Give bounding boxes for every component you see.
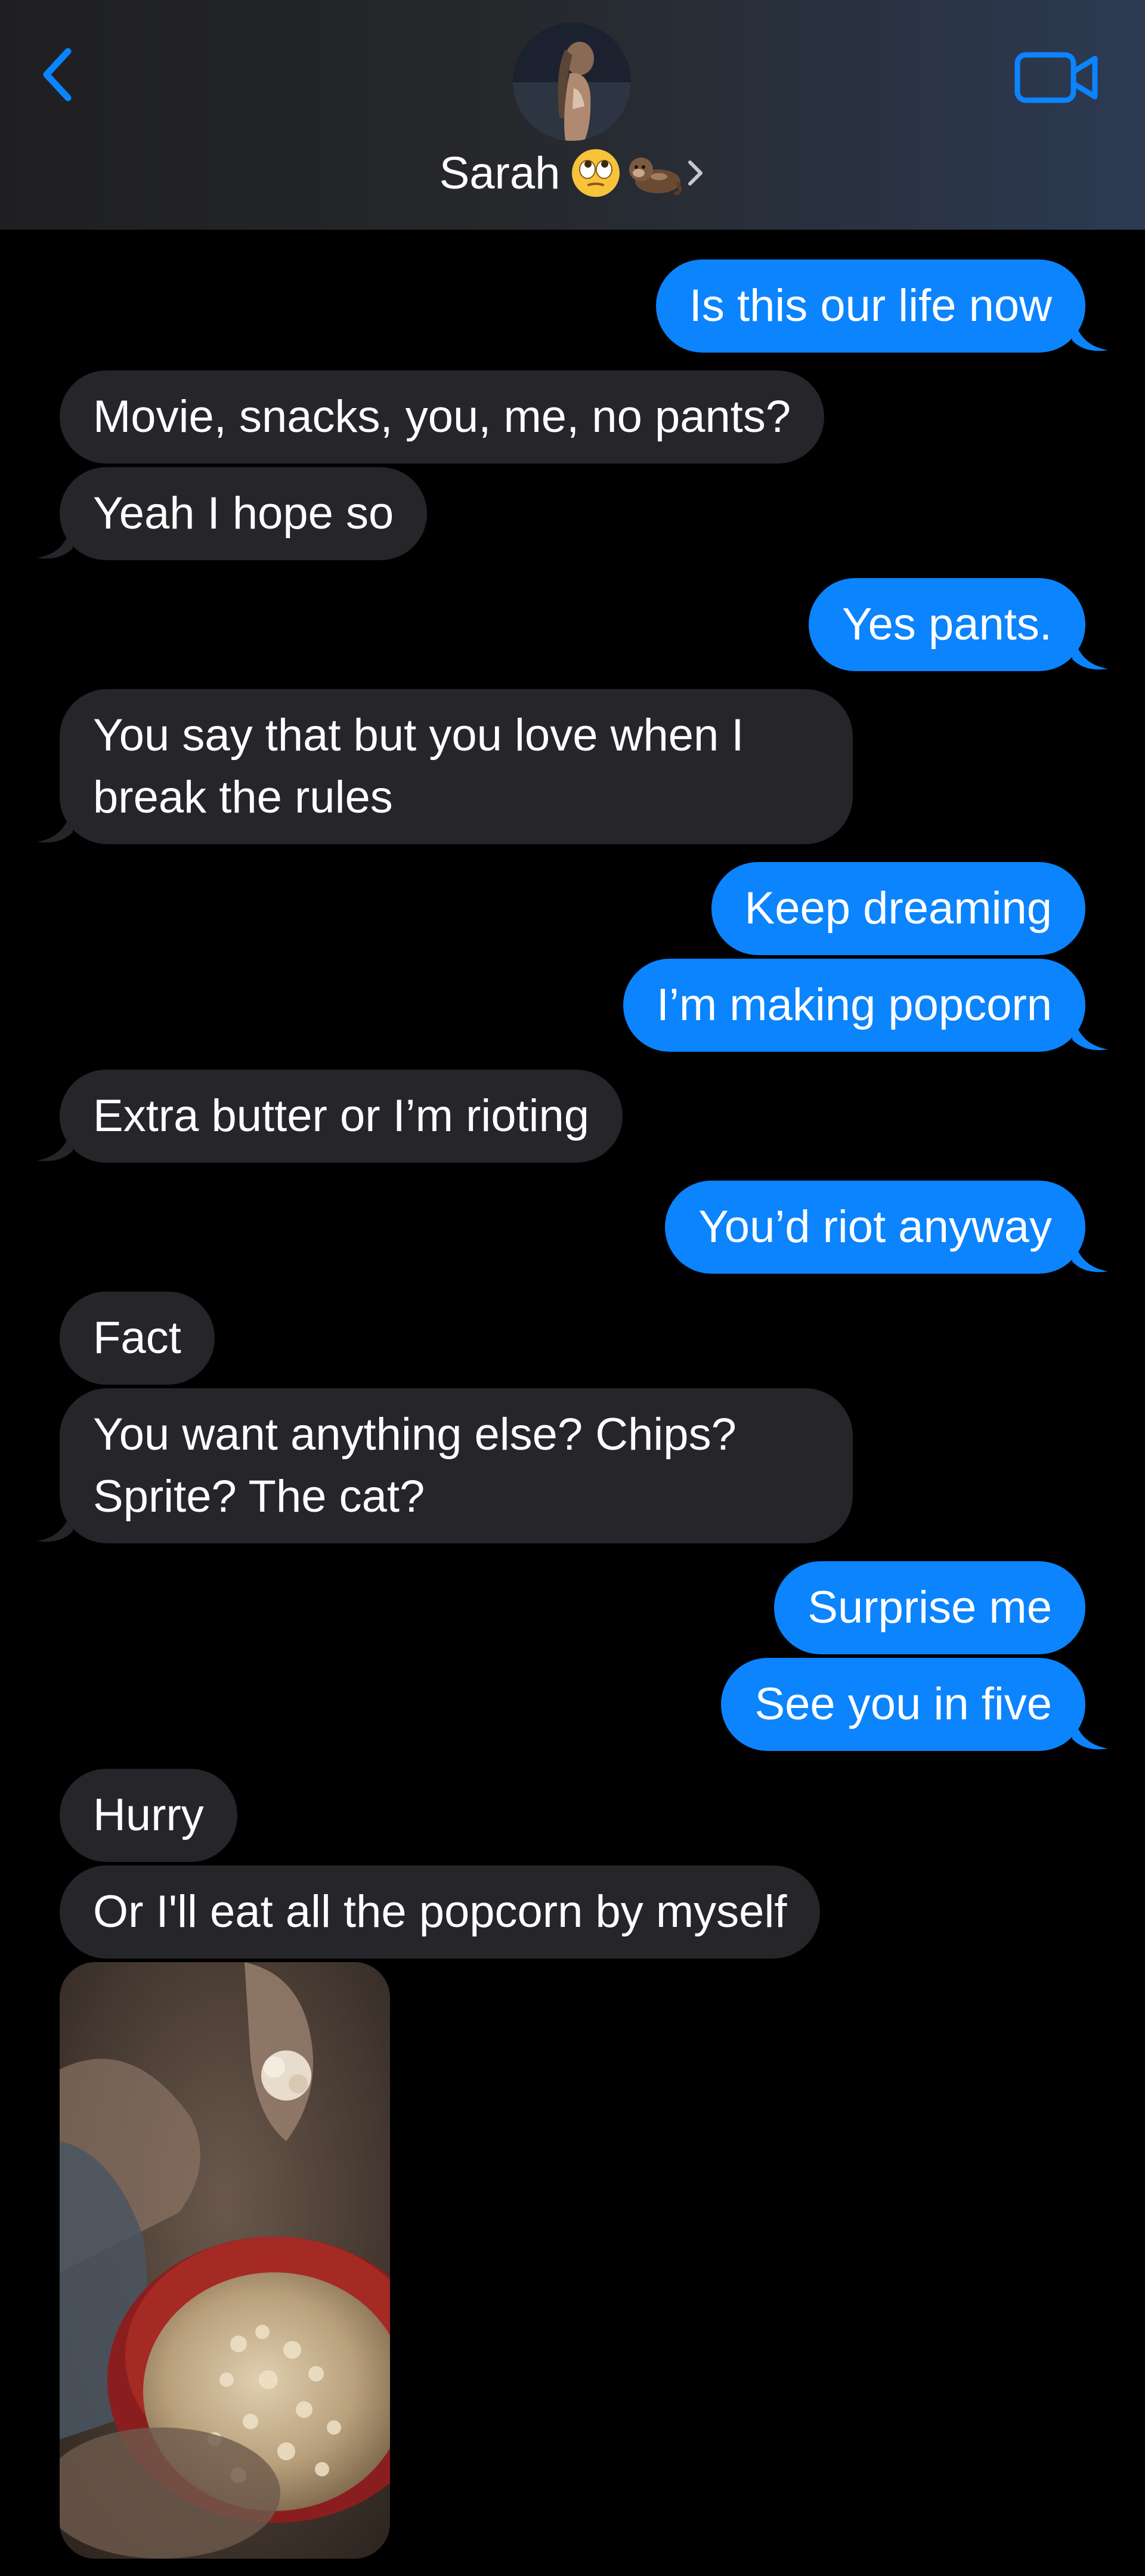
sent-message-bubble[interactable]: Yes pants. <box>808 578 1108 671</box>
contact-name: Sarah <box>439 147 561 199</box>
received-message-bubble[interactable]: Extra butter or I’m rioting <box>37 1070 623 1163</box>
chevron-right-icon <box>688 160 703 186</box>
message-row: See you in five <box>0 1658 1145 1751</box>
back-button[interactable] <box>37 42 79 107</box>
message-row: Fact <box>0 1292 1145 1385</box>
message-thread: Is this our life now Movie, snacks, you,… <box>0 230 1145 2559</box>
sent-message-bubble[interactable]: I’m making popcorn <box>623 959 1108 1052</box>
sent-message-bubble[interactable]: Keep dreaming <box>711 862 1085 955</box>
bubble-tail <box>1072 1232 1108 1272</box>
bubble-tail <box>1072 1709 1108 1750</box>
message-text: Is this our life now <box>689 280 1052 331</box>
message-row: Is this our life now <box>0 260 1145 353</box>
conversation-header: Sarah <box>0 0 1145 230</box>
message-row: Surprise me <box>0 1561 1145 1654</box>
message-text: You say that but you love when I break t… <box>93 710 744 823</box>
message-row: You say that but you love when I break t… <box>0 689 1145 844</box>
message-row: Or I'll eat all the popcorn by myself <box>0 1865 1145 1959</box>
bubble-tail <box>37 1502 73 1542</box>
contact-details-button[interactable]: Sarah <box>0 143 1145 203</box>
message-text: You want anything else? Chips? Sprite? T… <box>93 1409 736 1522</box>
message-text: Movie, snacks, you, me, no pants? <box>93 391 791 442</box>
sent-message-bubble[interactable]: See you in five <box>721 1658 1108 1751</box>
message-row <box>0 1962 1145 2559</box>
message-text: Extra butter or I’m rioting <box>93 1091 590 1141</box>
received-message-bubble[interactable]: Yeah I hope so <box>37 467 428 560</box>
message-text: Surprise me <box>807 1582 1052 1633</box>
received-message-bubble[interactable]: Or I'll eat all the popcorn by myself <box>60 1865 821 1959</box>
video-call-button[interactable] <box>1014 47 1100 109</box>
message-text: You’d riot anyway <box>698 1201 1052 1252</box>
popcorn-bowl-photo <box>60 1962 390 2559</box>
message-row: I’m making popcorn <box>0 959 1145 1052</box>
message-text: Keep dreaming <box>744 883 1052 934</box>
message-row: Movie, snacks, you, me, no pants? <box>0 370 1145 464</box>
message-row: Extra butter or I’m rioting <box>0 1070 1145 1163</box>
received-message-bubble[interactable]: Movie, snacks, you, me, no pants? <box>60 370 825 464</box>
bubble-tail <box>1072 311 1108 351</box>
bubble-tail <box>1072 629 1108 670</box>
message-text: Yes pants. <box>841 599 1052 650</box>
received-message-bubble[interactable]: Fact <box>60 1292 215 1385</box>
message-row: Yes pants. <box>0 578 1145 671</box>
otter-emoji <box>629 157 682 195</box>
bubble-tail <box>37 1121 73 1162</box>
contact-avatar[interactable] <box>513 23 631 141</box>
message-row: You’d riot anyway <box>0 1181 1145 1274</box>
bubble-tail <box>1072 1010 1108 1051</box>
bubble-tail <box>37 802 73 843</box>
message-text: Or I'll eat all the popcorn by myself <box>93 1886 787 1937</box>
message-text: See you in five <box>754 1679 1052 1729</box>
bubble-tail <box>37 518 73 559</box>
received-message-bubble[interactable]: You want anything else? Chips? Sprite? T… <box>37 1388 853 1543</box>
message-row: Keep dreaming <box>0 862 1145 955</box>
sent-message-bubble[interactable]: Surprise me <box>774 1561 1085 1654</box>
video-camera-icon <box>1014 52 1098 103</box>
message-text: Yeah I hope so <box>93 488 394 539</box>
message-text: Hurry <box>93 1790 204 1840</box>
message-text: I’m making popcorn <box>656 980 1052 1030</box>
face-with-rolling-eyes-emoji <box>572 149 620 197</box>
sent-message-bubble[interactable]: You’d riot anyway <box>665 1181 1108 1274</box>
chevron-left-icon <box>43 48 72 101</box>
message-row: Hurry <box>0 1769 1145 1862</box>
received-message-bubble[interactable]: You say that but you love when I break t… <box>37 689 853 844</box>
popcorn-photo-attachment[interactable] <box>60 1962 390 2559</box>
received-message-bubble[interactable]: Hurry <box>60 1769 237 1862</box>
message-row: Yeah I hope so <box>0 467 1145 560</box>
message-text: Fact <box>93 1312 181 1363</box>
message-row: You want anything else? Chips? Sprite? T… <box>0 1388 1145 1543</box>
sent-message-bubble[interactable]: Is this our life now <box>655 260 1108 353</box>
